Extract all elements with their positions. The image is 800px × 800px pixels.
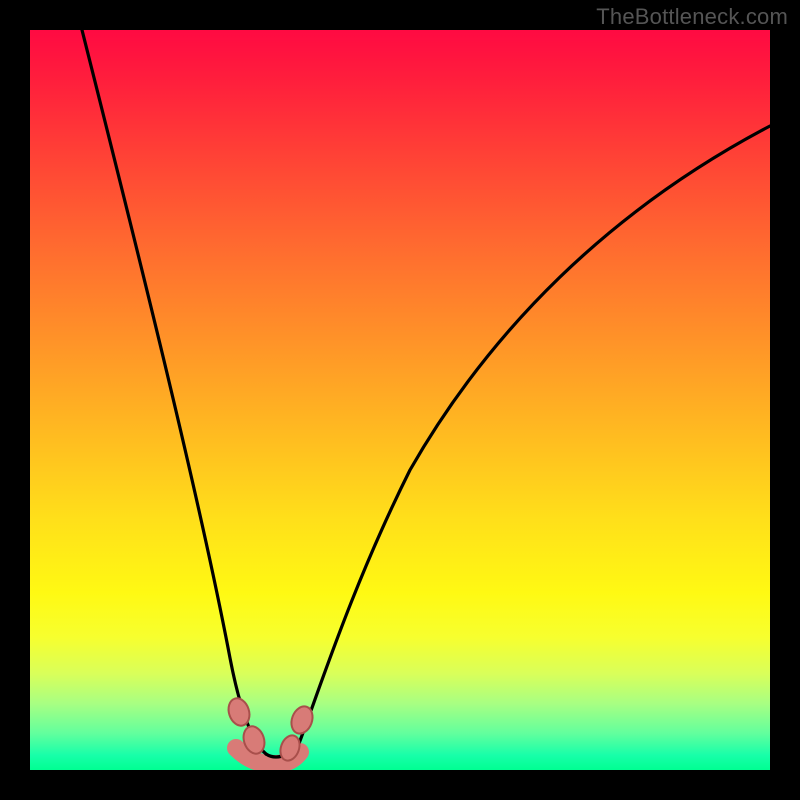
- curve-layer: [30, 30, 770, 770]
- right-limb-curve: [298, 126, 770, 746]
- plot-area: [30, 30, 770, 770]
- left-limb-curve: [82, 30, 266, 754]
- attribution-watermark: TheBottleneck.com: [596, 4, 788, 30]
- chart-frame: TheBottleneck.com: [0, 0, 800, 800]
